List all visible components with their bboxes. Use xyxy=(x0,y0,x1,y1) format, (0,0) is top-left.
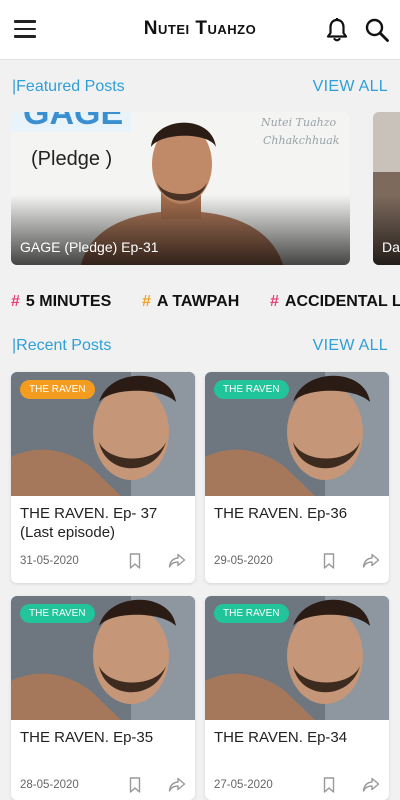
post-card[interactable]: THE RAVEN THE RAVEN. Ep-34 27-05-2020 xyxy=(205,596,389,800)
art-subtitle: (Pledge ) xyxy=(31,148,112,170)
post-title[interactable]: THE RAVEN. Ep-36 xyxy=(214,504,382,523)
bookmark-icon[interactable] xyxy=(323,777,335,793)
recent-section-header: |Recent Posts VIEW ALL xyxy=(0,335,400,359)
featured-posts-heading: |Featured Posts xyxy=(12,78,125,95)
hash-icon: # xyxy=(11,293,20,310)
tag-label: A TAWPAH xyxy=(156,293,240,310)
search-icon[interactable] xyxy=(364,17,390,43)
app-bar: Nutei Tuahzo xyxy=(0,0,400,60)
bookmark-icon[interactable] xyxy=(129,553,141,569)
share-icon[interactable] xyxy=(168,777,186,793)
bookmark-icon[interactable] xyxy=(129,777,141,793)
post-card[interactable]: THE RAVEN THE RAVEN. Ep- 37 (Last episod… xyxy=(11,372,195,583)
post-date: 27-05-2020 xyxy=(214,779,273,791)
tag-chip[interactable]: # A TAWPAH xyxy=(142,293,239,311)
featured-view-all-link[interactable]: VIEW ALL xyxy=(313,78,388,96)
bell-icon[interactable] xyxy=(325,17,349,43)
category-badge[interactable]: THE RAVEN xyxy=(20,604,95,623)
featured-section-header: |Featured Posts VIEW ALL xyxy=(0,76,400,100)
category-badge[interactable]: THE RAVEN xyxy=(20,380,95,399)
post-date: 28-05-2020 xyxy=(20,779,79,791)
tag-label: ACCIDENTAL LO xyxy=(284,293,400,310)
share-icon[interactable] xyxy=(168,553,186,569)
recent-view-all-link[interactable]: VIEW ALL xyxy=(313,337,388,355)
share-icon[interactable] xyxy=(362,777,380,793)
post-title[interactable]: THE RAVEN. Ep-35 xyxy=(20,728,188,747)
tag-label: 5 MINUTES xyxy=(25,293,112,310)
recent-posts-heading: |Recent Posts xyxy=(12,337,112,354)
hash-icon: # xyxy=(270,293,279,310)
post-date: 29-05-2020 xyxy=(214,555,273,567)
post-title[interactable]: THE RAVEN. Ep-34 xyxy=(214,728,382,747)
post-card[interactable]: THE RAVEN THE RAVEN. Ep-35 28-05-2020 xyxy=(11,596,195,800)
watermark-line-1: Nutei Tuahzo xyxy=(260,116,337,129)
featured-post-card[interactable]: GAGE (Pledge ) Nutei Tuahzo Chhakchhuak … xyxy=(11,112,350,265)
featured-post-caption: Da xyxy=(382,239,400,255)
tag-chip[interactable]: # ACCIDENTAL LO xyxy=(270,293,400,311)
watermark-line-2: Chhakchhuak xyxy=(263,134,340,147)
post-card[interactable]: THE RAVEN THE RAVEN. Ep-36 29-05-2020 xyxy=(205,372,389,583)
category-badge[interactable]: THE RAVEN xyxy=(214,604,289,623)
share-icon[interactable] xyxy=(362,553,380,569)
bookmark-icon[interactable] xyxy=(323,553,335,569)
featured-post-card-next[interactable]: Da xyxy=(373,112,400,265)
tag-strip: #5 MINUTES # A TAWPAH # ACCIDENTAL LO xyxy=(0,288,400,318)
post-title[interactable]: THE RAVEN. Ep- 37 (Last episode) xyxy=(20,504,188,542)
hash-icon: # xyxy=(142,293,151,310)
category-badge[interactable]: THE RAVEN xyxy=(214,380,289,399)
post-date: 31-05-2020 xyxy=(20,555,79,567)
art-big-title: GAGE xyxy=(23,112,123,132)
featured-post-caption: GAGE (Pledge) Ep-31 xyxy=(20,239,159,255)
tag-chip[interactable]: #5 MINUTES xyxy=(11,293,111,311)
